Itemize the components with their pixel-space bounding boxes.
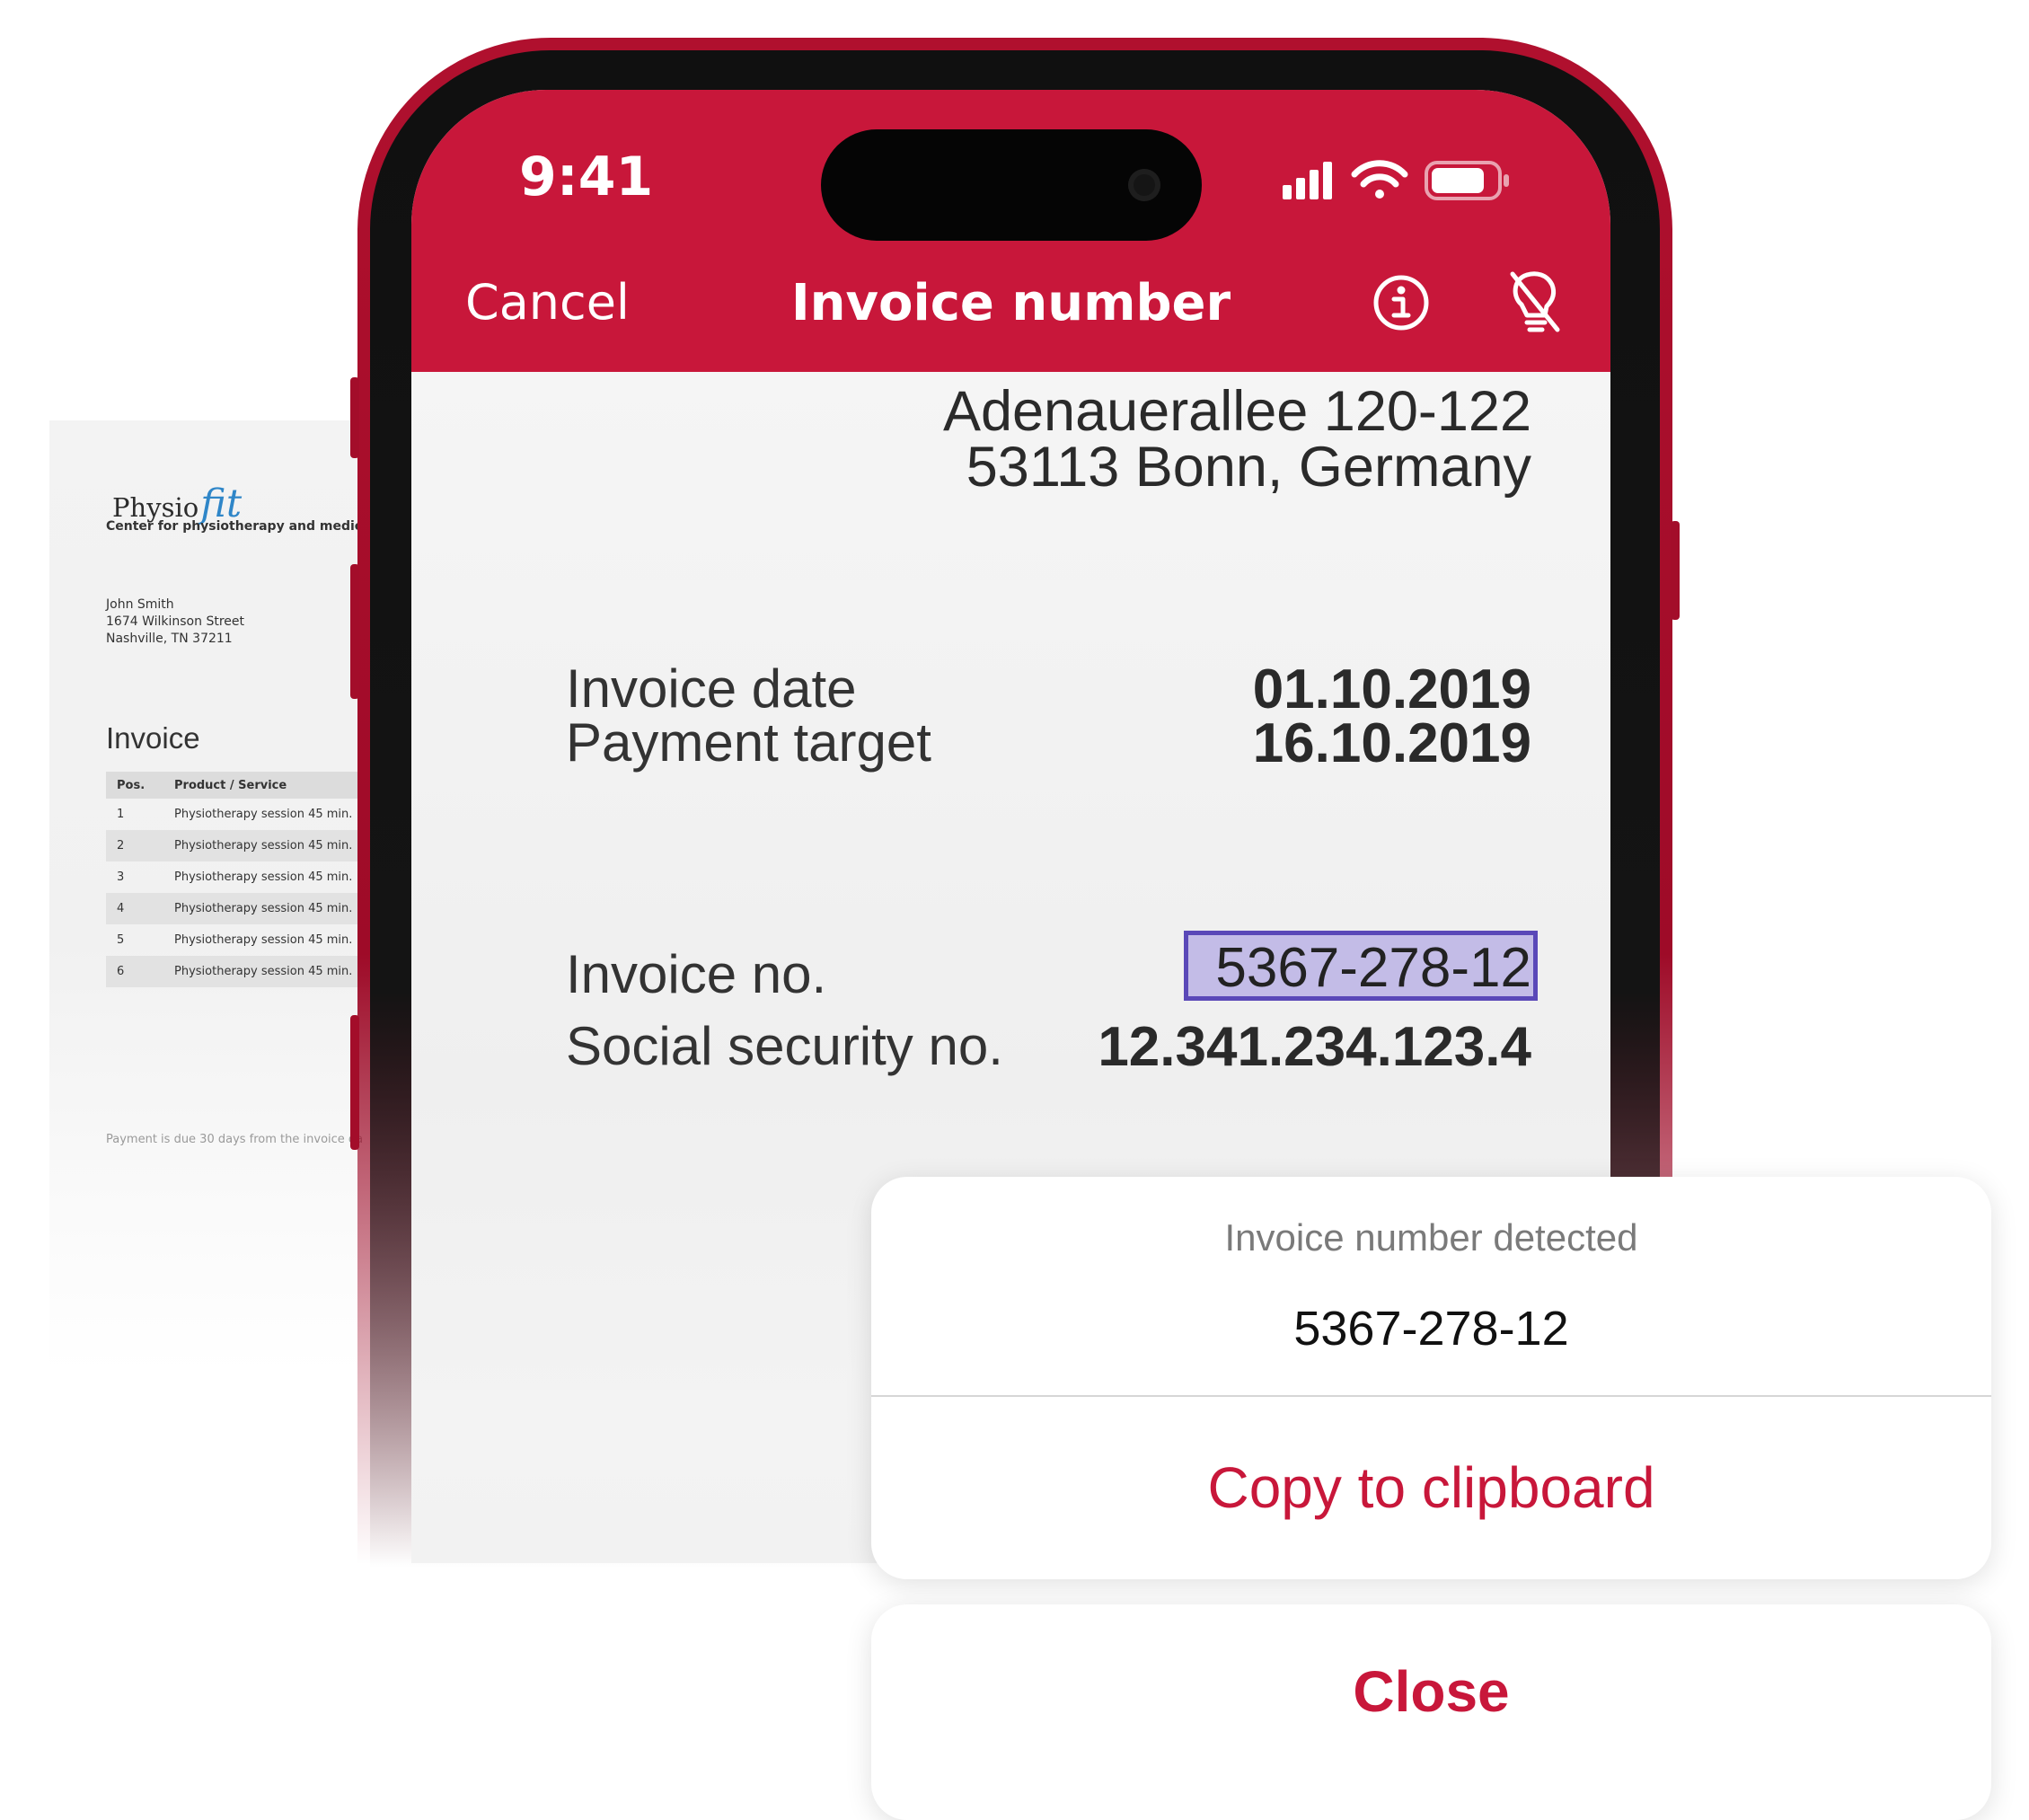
social-security-value: 12.341.234.123.4 [1098, 1016, 1531, 1078]
logo-main-text: Physio [112, 492, 199, 523]
page-title: Invoice number [790, 274, 1231, 332]
phone-volume-down-button [350, 1015, 359, 1150]
paper-invoice-title: Invoice [106, 721, 200, 755]
status-icons [1283, 160, 1509, 200]
phone-action-button [350, 377, 359, 458]
table-cell: 1 [117, 808, 125, 821]
table-cell: 5 [117, 933, 125, 947]
nav-header: 9:41 Cancel Invoice number [411, 90, 1610, 372]
phone-side-button [1671, 521, 1680, 620]
invoice-no-value: 5367-278-12 [1215, 937, 1531, 999]
social-security-label: Social security no. [566, 1016, 1003, 1076]
invoice-no-label: Invoice no. [566, 944, 827, 1004]
address-line: 1674 Wilkinson Street [106, 614, 244, 629]
dynamic-island [821, 129, 1202, 241]
table-cell: 6 [106, 956, 163, 987]
camera-icon [1128, 169, 1160, 201]
battery-icon [1425, 161, 1509, 200]
close-button-label: Close [1353, 1659, 1510, 1724]
invoice-date-label: Invoice date [566, 658, 857, 719]
phone-volume-up-button [350, 564, 359, 699]
detected-label: Invoice number detected [1224, 1216, 1638, 1259]
table-cell: 3 [117, 870, 125, 884]
detected-value: 5367-278-12 [1293, 1302, 1569, 1356]
payment-target-value: 16.10.2019 [1252, 712, 1531, 774]
address-line: John Smith [106, 597, 174, 612]
close-button[interactable]: Close [871, 1604, 1991, 1820]
wifi-icon [1351, 160, 1408, 199]
info-icon[interactable] [1372, 274, 1430, 331]
flashlight-off-icon[interactable] [1505, 269, 1563, 335]
detection-action-sheet: Invoice number detected 5367-278-12 Copy… [871, 1177, 1991, 1579]
paper-footer-note: Payment is due 30 days from the invoice … [106, 1133, 364, 1146]
document-address-line: 53113 Bonn, Germany [966, 436, 1531, 499]
payment-target-label: Payment target [566, 712, 931, 773]
status-time: 9:41 [519, 146, 654, 208]
table-cell: 2 [106, 830, 163, 861]
recipient-address: John Smith 1674 Wilkinson Street Nashvil… [106, 596, 244, 648]
table-cell: 4 [106, 893, 163, 924]
address-line: Nashville, TN 37211 [106, 632, 233, 646]
table-header-pos: Pos. [106, 772, 163, 799]
cellular-signal-icon [1283, 162, 1332, 199]
copy-to-clipboard-button[interactable]: Copy to clipboard [871, 1395, 1991, 1579]
